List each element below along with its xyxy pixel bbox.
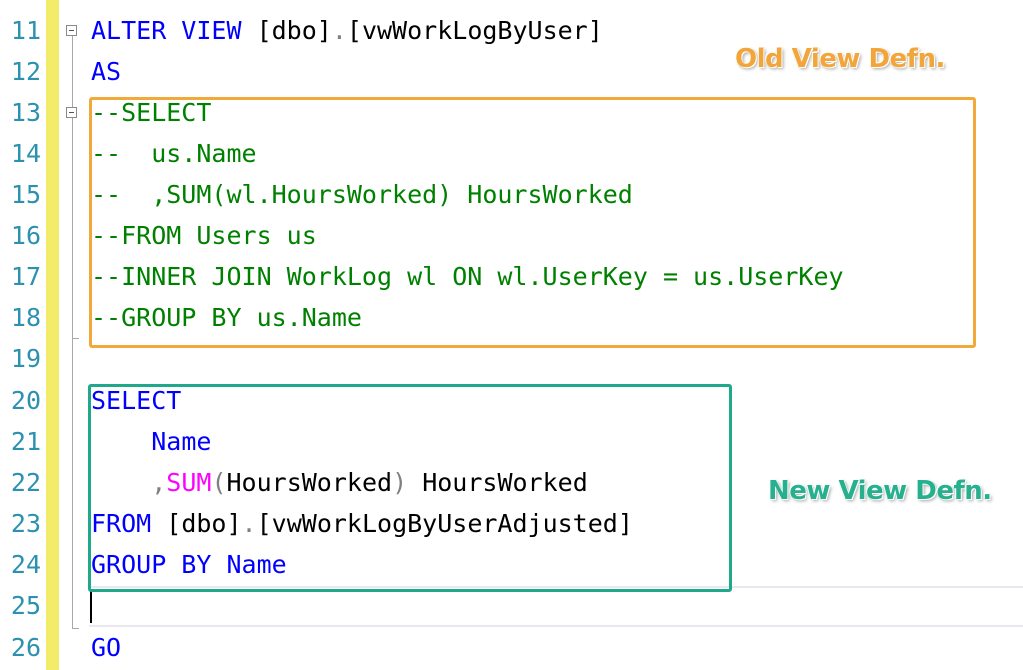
new-view-annotation: New View Defn. [768,476,992,506]
keyword: ALTER VIEW [91,16,242,45]
outline-guide-tick [72,338,79,339]
new-view-highlight-box [88,384,732,592]
line-number-gutter: 11 12 13 14 15 16 17 18 19 20 21 22 23 2… [0,0,46,670]
line-number: 21 [10,427,41,456]
line-number: 25 [10,591,41,620]
dot-operator: . [331,16,347,45]
line-number: 14 [10,139,41,168]
line-number: 22 [10,468,41,497]
old-view-highlight-box [89,97,976,348]
line-number: 18 [10,303,41,332]
collapse-icon[interactable] [66,107,77,118]
change-tracking-bar [46,0,59,670]
line-number: 19 [10,344,41,373]
line-number: 23 [10,509,41,538]
outlining-margin [59,0,89,670]
line-number: 17 [10,262,41,291]
line-number: 26 [10,633,41,662]
current-line-highlight [89,586,1023,627]
text-caret [90,590,92,623]
line-number: 13 [10,98,41,127]
line-number: 11 [10,16,41,45]
old-view-annotation: Old View Defn. [735,44,945,74]
schema-identifier: [dbo] [256,16,332,45]
line-number: 15 [10,180,41,209]
line-number: 16 [10,221,41,250]
view-identifier: [vwWorkLogByUser] [346,16,603,45]
code-line-12: AS [91,51,121,92]
line-number: 12 [10,57,41,86]
outline-guide-tick [72,628,79,629]
outline-guide-line [72,118,73,338]
line-number: 20 [10,386,41,415]
outline-guide-line [72,36,73,107]
keyword: AS [91,57,122,86]
outline-guide-line [72,339,73,629]
code-line-26: GO [91,627,121,668]
collapse-icon[interactable] [66,25,77,36]
code-line-11: ALTER VIEW [dbo].[vwWorkLogByUser] [91,10,603,51]
sql-code-editor[interactable]: 11 12 13 14 15 16 17 18 19 20 21 22 23 2… [0,0,1023,670]
line-number: 24 [10,550,41,579]
batch-separator: GO [91,633,122,662]
